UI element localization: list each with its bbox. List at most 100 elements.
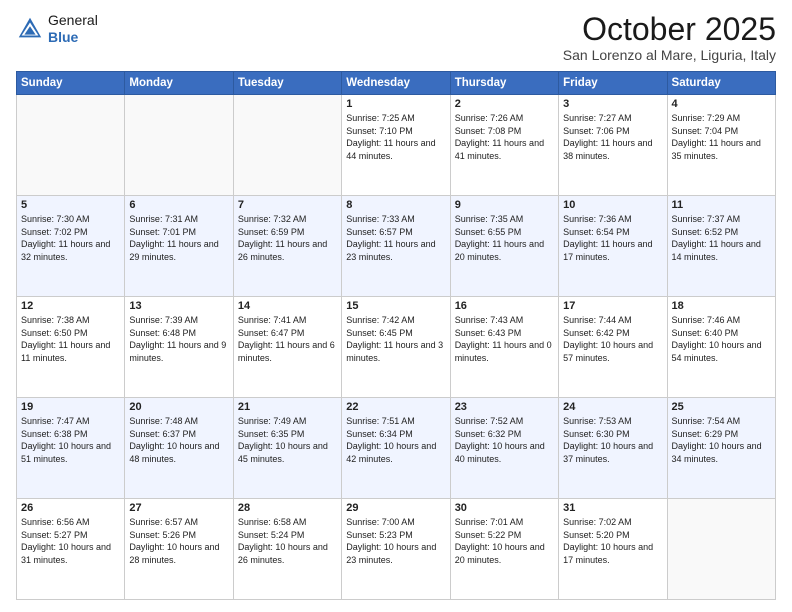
day-number: 22 — [346, 401, 445, 413]
table-row — [667, 499, 775, 600]
table-row: 31Sunrise: 7:02 AM Sunset: 5:20 PM Dayli… — [559, 499, 667, 600]
day-number: 10 — [563, 199, 662, 211]
table-row: 4 Sunrise: 7:29 AM Sunset: 7:04 PM Daylig… — [667, 95, 775, 196]
cell-info: Sunrise: 7:42 AM Sunset: 6:45 PM Dayligh… — [346, 314, 445, 364]
location: San Lorenzo al Mare, Liguria, Italy — [563, 47, 776, 63]
cell-info: Sunrise: 6:57 AM Sunset: 5:26 PM Dayligh… — [129, 516, 228, 566]
table-row: 29 Sunrise: 7:00 AM Sunset: 5:23 PM Dayli… — [342, 499, 450, 600]
table-row: 2 Sunrise: 7:26 AM Sunset: 7:08 PM Daylig… — [450, 95, 558, 196]
cell-info: Sunrise: 7:47 AM Sunset: 6:38 PM Dayligh… — [21, 415, 120, 465]
logo-text: General Blue — [48, 12, 98, 46]
day-number: 12 — [21, 300, 120, 312]
logo-general: General — [48, 12, 98, 29]
table-row — [125, 95, 233, 196]
table-row: 3 Sunrise: 7:27 AM Sunset: 7:06 PM Daylig… — [559, 95, 667, 196]
table-row: 11 Sunrise: 7:37 AM Sunset: 6:52 PM Dayli… — [667, 196, 775, 297]
day-number: 30 — [455, 502, 554, 514]
day-number: 3 — [563, 98, 662, 110]
cell-info: Sunrise: 7:00 AM Sunset: 5:23 PM Dayligh… — [346, 516, 445, 566]
day-number: 11 — [672, 199, 771, 211]
day-number: 28 — [238, 502, 337, 514]
day-number: 31 — [563, 502, 662, 514]
logo: General Blue — [16, 12, 98, 46]
day-number: 20 — [129, 401, 228, 413]
cell-info: Sunrise: 7:41 AM Sunset: 6:47 PM Dayligh… — [238, 314, 337, 364]
table-row: 17 Sunrise: 7:44 AM Sunset: 6:42 PM Dayli… — [559, 297, 667, 398]
day-number: 14 — [238, 300, 337, 312]
table-row: 12 Sunrise: 7:38 AM Sunset: 6:50 PM Dayli… — [17, 297, 125, 398]
table-row: 8 Sunrise: 7:33 AM Sunset: 6:57 PM Daylig… — [342, 196, 450, 297]
calendar-table: Sunday Monday Tuesday Wednesday Thursday… — [16, 71, 776, 600]
day-number: 23 — [455, 401, 554, 413]
day-number: 1 — [346, 98, 445, 110]
day-number: 27 — [129, 502, 228, 514]
logo-blue: Blue — [48, 29, 98, 46]
cell-info: Sunrise: 7:31 AM Sunset: 7:01 PM Dayligh… — [129, 213, 228, 263]
table-row: 20 Sunrise: 7:48 AM Sunset: 6:37 PM Dayli… — [125, 398, 233, 499]
cell-info: Sunrise: 7:26 AM Sunset: 7:08 PM Dayligh… — [455, 112, 554, 162]
col-tuesday: Tuesday — [233, 72, 341, 95]
day-number: 18 — [672, 300, 771, 312]
day-number: 29 — [346, 502, 445, 514]
cell-info: Sunrise: 7:51 AM Sunset: 6:34 PM Dayligh… — [346, 415, 445, 465]
cell-info: Sunrise: 7:33 AM Sunset: 6:57 PM Dayligh… — [346, 213, 445, 263]
col-sunday: Sunday — [17, 72, 125, 95]
col-saturday: Saturday — [667, 72, 775, 95]
title-block: October 2025 San Lorenzo al Mare, Liguri… — [563, 12, 776, 63]
cell-info: Sunrise: 7:38 AM Sunset: 6:50 PM Dayligh… — [21, 314, 120, 364]
page: General Blue October 2025 San Lorenzo al… — [0, 0, 792, 612]
cell-info: Sunrise: 7:25 AM Sunset: 7:10 PM Dayligh… — [346, 112, 445, 162]
day-number: 15 — [346, 300, 445, 312]
table-row — [17, 95, 125, 196]
day-number: 25 — [672, 401, 771, 413]
cell-info: Sunrise: 7:49 AM Sunset: 6:35 PM Dayligh… — [238, 415, 337, 465]
day-number: 19 — [21, 401, 120, 413]
header: General Blue October 2025 San Lorenzo al… — [16, 12, 776, 63]
table-row: 21 Sunrise: 7:49 AM Sunset: 6:35 PM Dayli… — [233, 398, 341, 499]
table-row: 25Sunrise: 7:54 AM Sunset: 6:29 PM Dayli… — [667, 398, 775, 499]
table-row: 26 Sunrise: 6:56 AM Sunset: 5:27 PM Dayli… — [17, 499, 125, 600]
logo-icon — [16, 15, 44, 43]
cell-info: Sunrise: 7:27 AM Sunset: 7:06 PM Dayligh… — [563, 112, 662, 162]
cell-info: Sunrise: 7:46 AM Sunset: 6:40 PM Dayligh… — [672, 314, 771, 364]
cell-info: Sunrise: 7:52 AM Sunset: 6:32 PM Dayligh… — [455, 415, 554, 465]
day-number: 2 — [455, 98, 554, 110]
day-number: 13 — [129, 300, 228, 312]
col-monday: Monday — [125, 72, 233, 95]
table-row: 19 Sunrise: 7:47 AM Sunset: 6:38 PM Dayli… — [17, 398, 125, 499]
table-row: 7Sunrise: 7:32 AM Sunset: 6:59 PM Daylig… — [233, 196, 341, 297]
day-number: 6 — [129, 199, 228, 211]
cell-info: Sunrise: 7:36 AM Sunset: 6:54 PM Dayligh… — [563, 213, 662, 263]
cell-info: Sunrise: 7:01 AM Sunset: 5:22 PM Dayligh… — [455, 516, 554, 566]
day-number: 24 — [563, 401, 662, 413]
cell-info: Sunrise: 7:30 AM Sunset: 7:02 PM Dayligh… — [21, 213, 120, 263]
col-friday: Friday — [559, 72, 667, 95]
col-wednesday: Wednesday — [342, 72, 450, 95]
calendar-week-3: 12 Sunrise: 7:38 AM Sunset: 6:50 PM Dayli… — [17, 297, 776, 398]
day-number: 26 — [21, 502, 120, 514]
cell-info: Sunrise: 7:29 AM Sunset: 7:04 PM Dayligh… — [672, 112, 771, 162]
cell-info: Sunrise: 7:44 AM Sunset: 6:42 PM Dayligh… — [563, 314, 662, 364]
table-row: 10 Sunrise: 7:36 AM Sunset: 6:54 PM Dayli… — [559, 196, 667, 297]
col-thursday: Thursday — [450, 72, 558, 95]
table-row: 14 Sunrise: 7:41 AM Sunset: 6:47 PM Dayli… — [233, 297, 341, 398]
day-number: 4 — [672, 98, 771, 110]
table-row: 18 Sunrise: 7:46 AM Sunset: 6:40 PM Dayli… — [667, 297, 775, 398]
calendar-week-2: 5 Sunrise: 7:30 AM Sunset: 7:02 PM Daylig… — [17, 196, 776, 297]
day-number: 17 — [563, 300, 662, 312]
table-row: 30 Sunrise: 7:01 AM Sunset: 5:22 PM Dayli… — [450, 499, 558, 600]
table-row: 16Sunrise: 7:43 AM Sunset: 6:43 PM Dayli… — [450, 297, 558, 398]
cell-info: Sunrise: 7:37 AM Sunset: 6:52 PM Dayligh… — [672, 213, 771, 263]
month-title: October 2025 — [563, 12, 776, 47]
table-row: 1 Sunrise: 7:25 AM Sunset: 7:10 PM Daylig… — [342, 95, 450, 196]
cell-info: Sunrise: 7:48 AM Sunset: 6:37 PM Dayligh… — [129, 415, 228, 465]
table-row: 28Sunrise: 6:58 AM Sunset: 5:24 PM Dayli… — [233, 499, 341, 600]
table-row: 22 Sunrise: 7:51 AM Sunset: 6:34 PM Dayli… — [342, 398, 450, 499]
day-number: 5 — [21, 199, 120, 211]
calendar-header-row: Sunday Monday Tuesday Wednesday Thursday… — [17, 72, 776, 95]
table-row: 15 Sunrise: 7:42 AM Sunset: 6:45 PM Dayli… — [342, 297, 450, 398]
cell-info: Sunrise: 6:56 AM Sunset: 5:27 PM Dayligh… — [21, 516, 120, 566]
calendar-week-4: 19 Sunrise: 7:47 AM Sunset: 6:38 PM Dayli… — [17, 398, 776, 499]
day-number: 8 — [346, 199, 445, 211]
day-number: 21 — [238, 401, 337, 413]
